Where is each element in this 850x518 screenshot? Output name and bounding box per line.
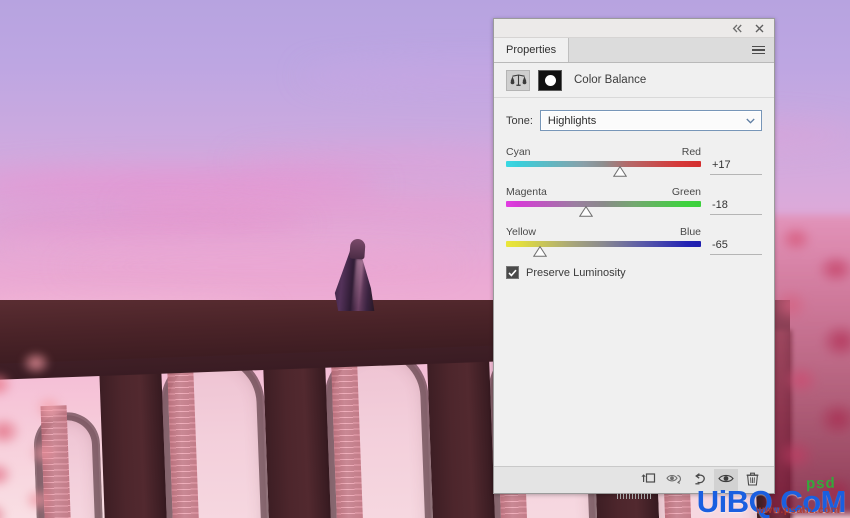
slider-magenta-green-value[interactable]: -18 — [710, 199, 762, 215]
slider-yellow-blue-value[interactable]: -65 — [710, 239, 762, 255]
panel-titlebar — [494, 19, 774, 38]
slider-yellow-blue-labels: Yellow Blue — [506, 226, 701, 238]
cloud — [0, 214, 310, 236]
tone-label: Tone: — [506, 114, 533, 127]
slider-cyan-red-value[interactable]: +17 — [710, 159, 762, 175]
chevron-down-icon — [746, 115, 755, 127]
slider-cyan-red-track[interactable] — [506, 161, 701, 177]
slider-magenta-green-right-label: Green — [671, 186, 701, 198]
slider-cyan-red: Cyan Red +17 — [506, 146, 762, 177]
slider-magenta-green-thumb[interactable] — [578, 206, 593, 217]
close-icon[interactable] — [753, 22, 765, 34]
tone-select[interactable]: Highlights — [539, 110, 762, 131]
slider-yellow-blue-thumb[interactable] — [533, 246, 548, 257]
panel-menu-button[interactable] — [743, 38, 774, 62]
cloud — [0, 236, 470, 256]
preserve-luminosity-row: Preserve Luminosity — [506, 266, 762, 279]
artwork-blossoms-right — [766, 215, 850, 515]
tab-properties[interactable]: Properties — [494, 38, 570, 62]
slider-cyan-red-labels: Cyan Red — [506, 146, 701, 158]
panel-body: Tone: Highlights Cyan Red +17 Magenta Gr… — [494, 98, 774, 466]
mask-dot — [544, 74, 556, 86]
layer-mask-thumbnail[interactable] — [538, 69, 562, 91]
slider-cyan-red-right-label: Red — [681, 146, 701, 158]
preserve-luminosity-checkbox[interactable] — [506, 266, 519, 279]
slider-cyan-red-thumb[interactable] — [613, 166, 628, 177]
adjustment-title: Color Balance — [574, 74, 647, 86]
tone-row: Tone: Highlights — [506, 110, 762, 131]
slider-magenta-green-track-area: Magenta Green — [506, 186, 701, 217]
tab-properties-label: Properties — [506, 44, 557, 56]
clip-to-layer-button[interactable] — [636, 469, 660, 491]
figure-hood — [349, 238, 366, 260]
slider-magenta-green-left-label: Magenta — [506, 186, 547, 198]
slider-yellow-blue-track-area: Yellow Blue — [506, 226, 701, 257]
slider-yellow-blue-right-label: Blue — [679, 226, 701, 238]
panel-tabstrip: Properties — [494, 38, 774, 63]
slider-yellow-blue: Yellow Blue -65 — [506, 226, 762, 257]
slider-cyan-red-value-box: +17 — [710, 146, 762, 175]
slider-cyan-red-track-area: Cyan Red — [506, 146, 701, 177]
cloud — [60, 258, 460, 276]
slider-magenta-green-track[interactable] — [506, 201, 701, 217]
watermark-sub: www.psahz.com — [756, 505, 840, 516]
resize-grip[interactable] — [617, 493, 651, 499]
slider-magenta-green: Magenta Green -18 — [506, 186, 762, 217]
slider-yellow-blue-left-label: Yellow — [506, 226, 536, 238]
slider-magenta-green-value-box: -18 — [710, 186, 762, 215]
clip-to-layer-icon — [640, 472, 656, 488]
eye-previous-icon — [665, 472, 683, 488]
preserve-luminosity-label: Preserve Luminosity — [526, 266, 626, 279]
adjustment-header: Color Balance — [494, 63, 774, 98]
color-balance-scales-icon[interactable] — [506, 69, 530, 91]
screenshot-root: Properties Color Balance Tone: Highlight… — [0, 0, 850, 518]
slider-magenta-green-labels: Magenta Green — [506, 186, 701, 198]
properties-panel: Properties Color Balance Tone: Highlight… — [493, 18, 775, 499]
slider-yellow-blue-track[interactable] — [506, 241, 701, 257]
slider-cyan-red-left-label: Cyan — [506, 146, 531, 158]
slider-yellow-blue-value-box: -65 — [710, 226, 762, 255]
artwork-blossoms-left — [0, 345, 88, 518]
collapse-panel-icon[interactable] — [731, 22, 743, 34]
artwork-cloaked-figure — [332, 238, 378, 311]
view-previous-state-button[interactable] — [662, 469, 686, 491]
hamburger-menu-icon — [752, 44, 765, 57]
tone-selected-value: Highlights — [547, 114, 597, 127]
